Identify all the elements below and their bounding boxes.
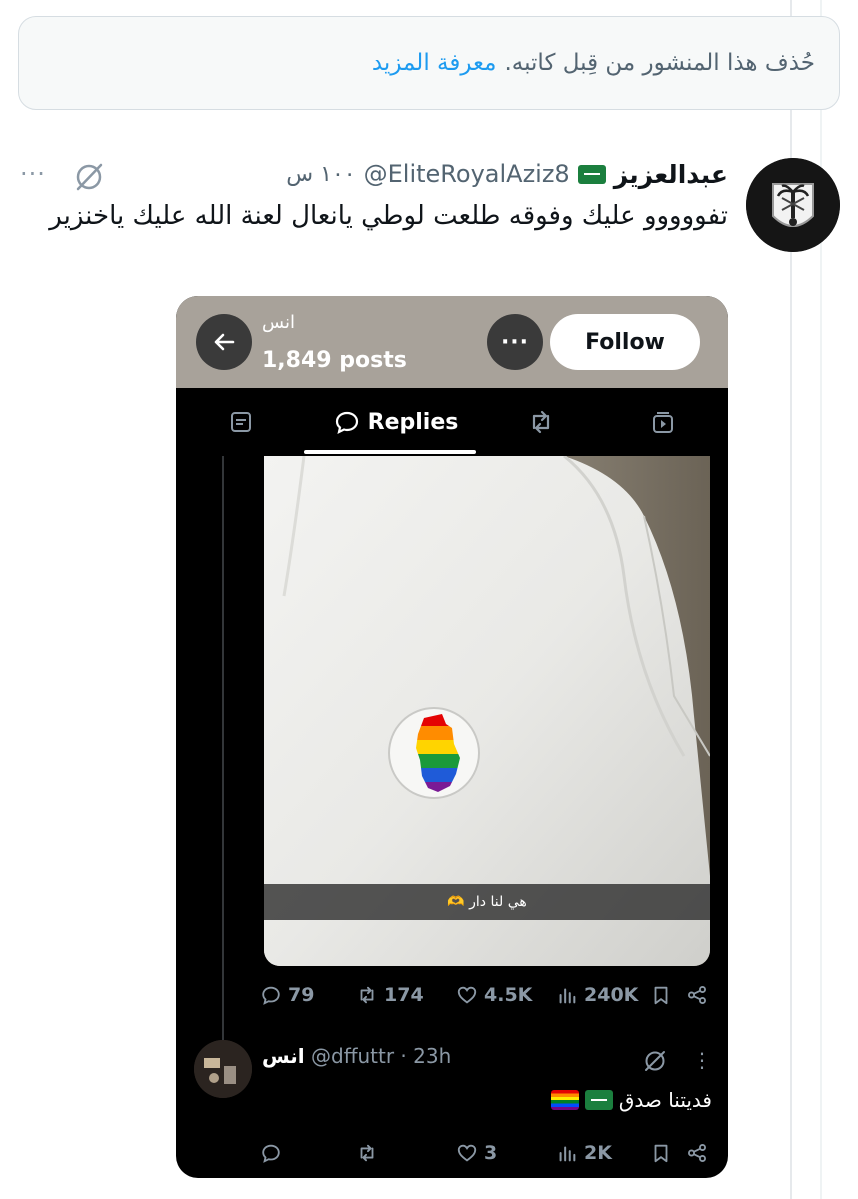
bookmark-icon (654, 986, 668, 1005)
tab-replies-label: Replies (367, 409, 459, 435)
profile-top-bar: انس 1,849 posts ··· Follow (176, 296, 728, 388)
like-count[interactable]: 4.5K (456, 980, 532, 1010)
views-icon (559, 988, 576, 1004)
repost-icon (360, 986, 374, 1004)
saudi-flag-icon (584, 1090, 613, 1110)
reply-author-handle[interactable]: @dffuttr (311, 1044, 394, 1068)
tweet-time[interactable]: ١٠٠ س (286, 162, 355, 187)
profile-name: انس (262, 312, 295, 333)
author-avatar[interactable] (746, 158, 840, 252)
active-tab-indicator (304, 450, 476, 454)
saudi-flag-icon (577, 164, 606, 184)
tweet-header: عبدالعزيز @EliteRoyalAziz8 ١٠٠ س (286, 156, 728, 192)
post-stats: 79 174 4.5K 240K (260, 980, 716, 1010)
profile-tabs: Replies (176, 388, 728, 456)
reply-header: انس @dffuttr · 23h (262, 1044, 451, 1068)
repost-count-value: 174 (384, 984, 424, 1006)
reply-text-value: فديتنا صدق (618, 1088, 712, 1112)
views-icon (559, 1146, 576, 1162)
reply-avatar[interactable] (194, 1040, 252, 1098)
tweet-text: تفووووو عليك وفوقه طلعت لوطي يانعال لعنة… (49, 201, 728, 231)
heart-icon (457, 986, 477, 1004)
reply-reply-count[interactable] (260, 1138, 288, 1168)
arrow-left-icon (214, 333, 235, 351)
club-logo-icon (746, 158, 840, 252)
reply-bubble-icon (335, 411, 358, 435)
deleted-post-notice: حُذف هذا المنشور من قِبل كاتبه. معرفة ال… (18, 16, 840, 110)
reply-count[interactable]: 79 (260, 980, 314, 1010)
reply-view-count-value: 2K (584, 1142, 612, 1164)
media-tab-icon (653, 412, 673, 433)
reply-stats: 3 2K (260, 1138, 716, 1168)
bookmark-button[interactable] (650, 980, 672, 1010)
bookmark-icon (654, 1144, 668, 1163)
tab-posts[interactable] (206, 388, 276, 456)
reply-author-name[interactable]: انس (262, 1044, 305, 1068)
share-button[interactable] (686, 980, 708, 1010)
reply-avatar-image (194, 1040, 252, 1098)
reply-view-count[interactable]: 2K (556, 1138, 612, 1168)
rainbow-flag-icon (550, 1090, 579, 1110)
view-count[interactable]: 240K (556, 980, 638, 1010)
reply-share-button[interactable] (686, 1138, 708, 1168)
author-name[interactable]: عبدالعزيز (614, 160, 728, 189)
posts-count: 1,849 posts (262, 348, 407, 373)
author-handle[interactable]: @EliteRoyalAziz8 (364, 160, 570, 188)
repost-count[interactable]: 174 (356, 980, 424, 1010)
tab-media[interactable] (628, 388, 698, 456)
follow-button[interactable]: Follow (550, 314, 700, 370)
post-photo[interactable]: هي لنا دار 🫶 (264, 456, 710, 966)
reply-icon (262, 1144, 280, 1163)
reply-time[interactable]: · 23h (400, 1044, 451, 1068)
reply-bookmark-button[interactable] (650, 1138, 672, 1168)
reply-more-icon[interactable]: ⋮ (692, 1048, 712, 1072)
grok-icon[interactable] (72, 160, 106, 194)
posts-tab-icon (231, 412, 251, 432)
embedded-screenshot[interactable]: انس 1,849 posts ··· Follow Replies هي لن… (176, 296, 728, 1178)
reply-icon (262, 986, 280, 1005)
repost-icon (360, 1144, 374, 1162)
reply-grok-icon[interactable] (642, 1048, 668, 1074)
reply-like-count-value: 3 (484, 1142, 498, 1164)
photo-caption: هي لنا دار 🫶 (264, 884, 710, 920)
share-icon (688, 986, 706, 1004)
view-count-value: 240K (584, 984, 639, 1006)
tab-reposts[interactable] (506, 388, 576, 456)
deleted-notice-text: حُذف هذا المنشور من قِبل كاتبه. (504, 50, 815, 76)
back-button[interactable] (196, 314, 252, 370)
heart-icon (457, 1144, 477, 1162)
reply-count-value: 79 (288, 984, 315, 1006)
reply-text: فديتنا صدق (550, 1088, 712, 1112)
like-count-value: 4.5K (484, 984, 533, 1006)
tab-replies[interactable]: Replies (316, 388, 476, 456)
reply-like-count[interactable]: 3 (456, 1138, 497, 1168)
share-icon (688, 1144, 706, 1162)
more-options-icon[interactable]: ··· (20, 160, 46, 188)
profile-more-button[interactable]: ··· (487, 314, 543, 370)
learn-more-link[interactable]: معرفة المزيد (372, 50, 497, 76)
reply-thread-line (222, 456, 224, 1040)
reply-repost-count[interactable] (356, 1138, 384, 1168)
repost-tab-icon (532, 410, 550, 434)
